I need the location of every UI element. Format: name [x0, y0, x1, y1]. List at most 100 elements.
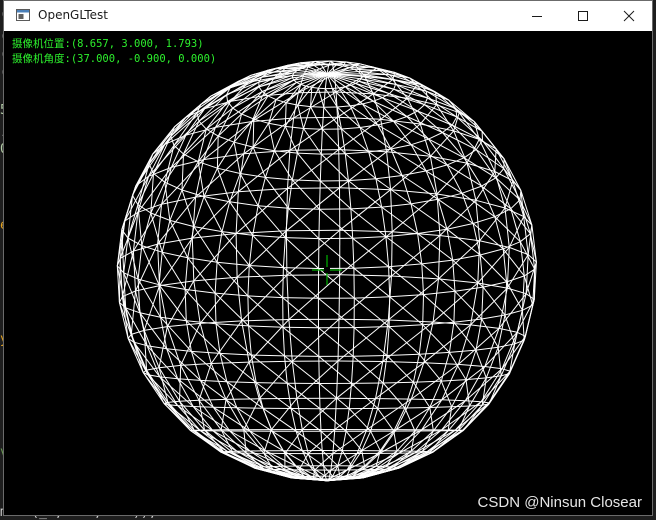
sphere-edge: [424, 291, 456, 294]
sphere-edge: [419, 325, 422, 354]
sphere-edge: [429, 133, 443, 140]
sphere-edge: [447, 229, 453, 260]
sphere-edge: [360, 125, 378, 128]
close-icon: [623, 10, 635, 22]
sphere-edge: [296, 431, 322, 450]
sphere-edge: [249, 266, 282, 298]
sphere-edge: [144, 327, 167, 331]
sphere-edge: [227, 95, 228, 102]
sphere-edge: [304, 129, 323, 130]
sphere-edge: [242, 114, 254, 119]
sphere-edge: [285, 105, 298, 126]
sphere-edge: [198, 162, 217, 169]
sphere-edge: [455, 291, 482, 319]
sphere-edge: [442, 400, 466, 401]
sphere-edge: [380, 430, 422, 454]
sphere-edge: [454, 291, 455, 322]
sphere-edge: [430, 407, 452, 408]
sphere-edge: [322, 451, 338, 466]
sphere-edge: [439, 241, 480, 279]
sphere-edge: [256, 383, 287, 384]
sphere-edge: [438, 193, 462, 199]
sphere-edge: [258, 177, 265, 205]
sphere-edge: [290, 150, 339, 151]
sphere-edge: [217, 168, 229, 202]
maximize-button[interactable]: [560, 1, 606, 31]
sphere-edge: [449, 322, 454, 352]
sphere-edge: [319, 384, 349, 409]
sphere-edge: [252, 93, 298, 122]
sphere-edge: [285, 238, 319, 239]
sphere-edge: [465, 401, 481, 402]
sphere-edge: [182, 162, 198, 190]
sphere-edge: [298, 105, 311, 107]
sphere-edge: [336, 65, 343, 66]
sphere-edge: [213, 407, 250, 431]
sphere-edge: [354, 297, 389, 298]
sphere-edge: [182, 154, 184, 190]
sphere-edge: [354, 328, 387, 356]
sphere-edge: [211, 362, 249, 363]
sphere-edge: [297, 129, 303, 154]
sphere-edge: [357, 430, 396, 454]
sphere-edge: [480, 208, 505, 241]
scene-canvas: [4, 31, 652, 515]
sphere-edge: [194, 227, 222, 232]
sphere-edge: [520, 191, 521, 200]
sphere-edge: [386, 237, 389, 267]
sphere-edge: [333, 430, 335, 454]
sphere-edge: [320, 154, 321, 181]
sphere-edge: [498, 344, 515, 347]
sphere-edge: [215, 293, 216, 324]
sphere-edge: [454, 319, 482, 322]
sphere-edge: [507, 255, 528, 289]
sphere-edge: [204, 197, 230, 202]
sphere-edge: [353, 356, 383, 383]
sphere-edge: [251, 355, 287, 383]
sphere-edge: [342, 431, 346, 450]
sphere-edge: [321, 431, 342, 450]
sphere-edge: [320, 181, 351, 209]
close-button[interactable]: [606, 1, 652, 31]
sphere-edge: [237, 275, 287, 277]
sphere-edge: [354, 298, 389, 327]
sphere-edge: [319, 356, 352, 383]
sphere-edge: [204, 168, 217, 196]
sphere-edge: [165, 109, 205, 145]
sphere-edge: [340, 152, 387, 188]
sphere-edge: [346, 431, 362, 450]
sphere-edge: [498, 315, 505, 347]
sphere-edge: [265, 177, 288, 208]
sphere-edge: [337, 106, 350, 107]
sphere-edge: [318, 298, 354, 327]
sphere-edge: [382, 207, 386, 237]
sphere-edge: [332, 88, 339, 89]
sphere-edge: [297, 153, 321, 154]
sphere-edge: [237, 408, 263, 409]
sphere-edge: [292, 180, 319, 209]
opengl-window: OpenGLTest 摄像机位置:(8.6: [3, 0, 653, 516]
title-bar[interactable]: OpenGLTest: [4, 1, 652, 31]
opengl-viewport[interactable]: 摄像机位置:(8.657, 3.000, 1.793) 摄像机角度:(37.00…: [4, 31, 652, 515]
sphere-edge: [318, 88, 323, 107]
sphere-edge: [418, 234, 422, 264]
sphere-edge: [283, 298, 319, 299]
minimize-button[interactable]: [514, 1, 560, 31]
sphere-edge: [380, 431, 394, 451]
sphere-edge: [473, 217, 495, 224]
sphere-edge: [441, 352, 449, 381]
sphere-edge: [354, 267, 389, 269]
sphere-edge: [285, 356, 319, 357]
sphere-edge: [299, 454, 308, 470]
sphere-edge: [253, 206, 258, 236]
sphere-edge: [331, 61, 346, 62]
sphere-edge: [320, 409, 346, 432]
sphere-edge: [515, 310, 523, 344]
sphere-edge: [249, 235, 252, 265]
sphere-edge: [339, 150, 340, 188]
app-icon: [16, 9, 30, 21]
sphere-edge: [471, 325, 499, 329]
sphere-edge: [340, 190, 391, 231]
sphere-edge: [191, 351, 220, 353]
sphere-edge: [482, 319, 499, 347]
